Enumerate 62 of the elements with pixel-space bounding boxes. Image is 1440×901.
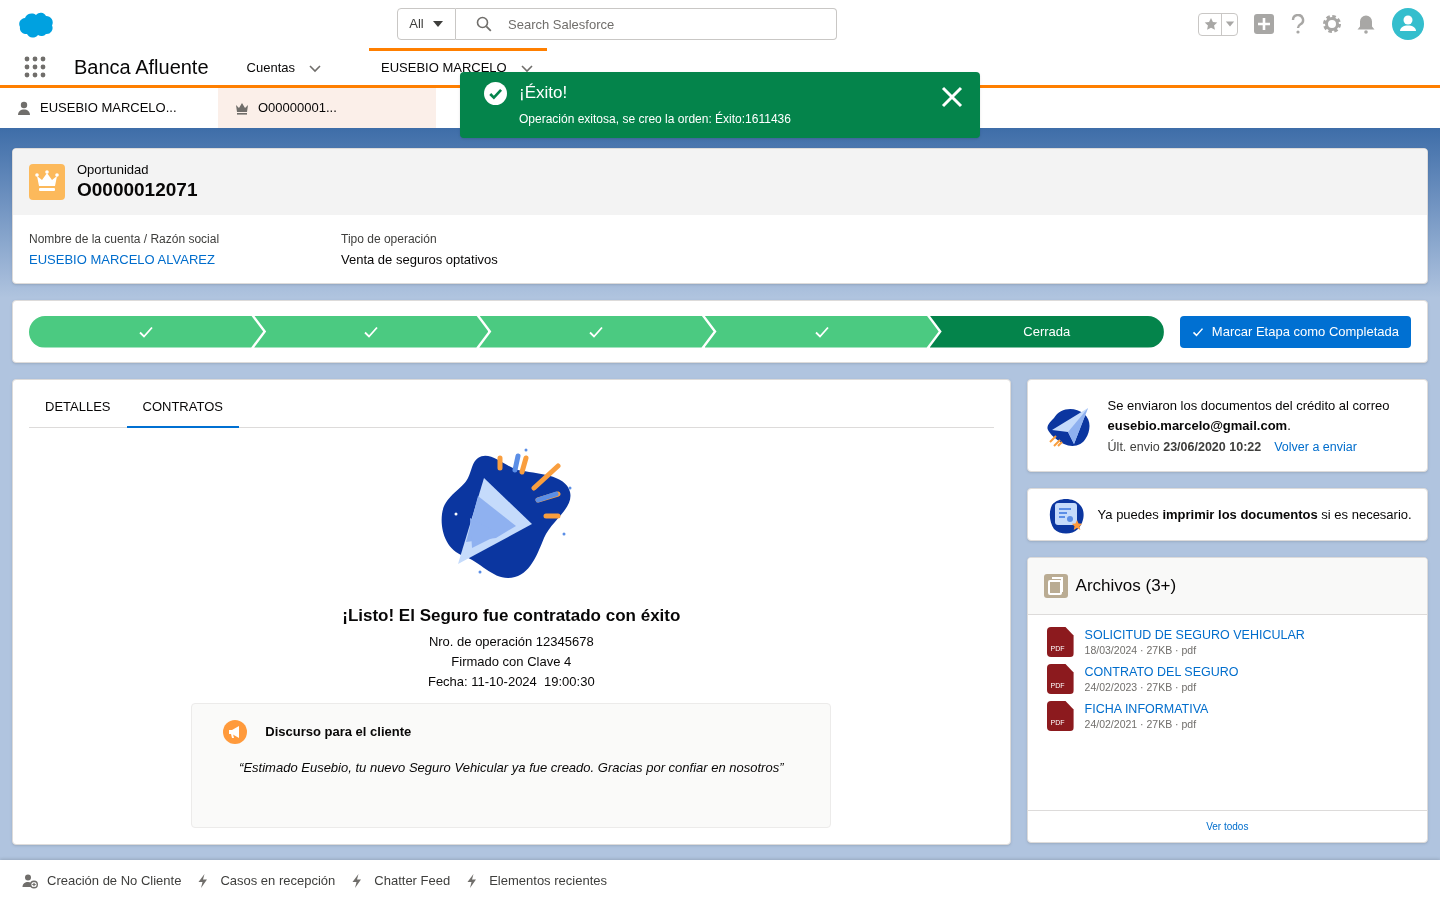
- crown-icon: [29, 164, 65, 200]
- path-stage[interactable]: [704, 315, 939, 348]
- path-stage[interactable]: Cerrada: [929, 315, 1164, 348]
- utility-item[interactable]: Casos en recepción: [195, 870, 336, 891]
- file-link[interactable]: SOLICITUD DE SEGURO VEHICULAR: [1084, 627, 1305, 643]
- avatar-icon[interactable]: [1392, 8, 1424, 40]
- utility-item[interactable]: Chatter Feed: [349, 870, 451, 891]
- path-stage[interactable]: [254, 315, 489, 348]
- workspace-tab[interactable]: O00000001...: [218, 88, 436, 128]
- field-value: Venta de seguros optativos: [341, 251, 498, 269]
- file-meta: 18/03/2024 · 27KB · pdf: [1084, 643, 1198, 657]
- caret-icon: [1225, 19, 1235, 29]
- speech-text: “Estimado Eusebio, tu nuevo Seguro Vehicular ya fue creado. Gracias por confiar en nosotros”: [238, 759, 785, 777]
- success-title: ¡Listo! El Seguro fue contratado con éxito: [342, 605, 681, 627]
- tab[interactable]: CONTRATOS: [126, 388, 239, 428]
- view-all-link[interactable]: Ver todos: [1206, 819, 1249, 834]
- resend-link[interactable]: Volver a enviar: [1274, 438, 1357, 457]
- person-add-icon: [22, 872, 38, 889]
- megaphone-icon: [223, 720, 248, 744]
- nav-tab[interactable]: Cuentas: [234, 48, 335, 85]
- object-type: Oportunidad: [77, 162, 150, 178]
- card-title: Archivos (3+): [1075, 575, 1177, 598]
- detail-line: Firmado con Clave 4: [451, 653, 572, 671]
- check-circle-icon: [484, 82, 507, 105]
- file-meta: 24/02/2021 · 27KB · pdf: [1084, 717, 1198, 731]
- app-launcher-icon[interactable]: [24, 55, 46, 78]
- scope-dropdown[interactable]: All: [397, 8, 456, 40]
- utility-item[interactable]: Creación de No Cliente: [22, 870, 182, 891]
- favorites-button[interactable]: [1198, 12, 1238, 36]
- notifications-icon[interactable]: [1356, 14, 1376, 34]
- file-link[interactable]: CONTRATO DEL SEGURO: [1084, 664, 1239, 680]
- path-stage[interactable]: [29, 315, 264, 348]
- toast-title: ¡Éxito!: [519, 82, 569, 104]
- file-meta: 24/02/2023 · 27KB · pdf: [1084, 680, 1198, 694]
- toast-message: Operación exitosa, se creo la orden: Éxito:1611436: [519, 110, 791, 128]
- search-field[interactable]: Search Salesforce: [456, 8, 837, 40]
- files-icon: [1043, 574, 1068, 598]
- detail-line: Fecha: 11-10-2024 19:00:30: [427, 673, 595, 691]
- utility-item[interactable]: Elementos recientes: [464, 870, 607, 891]
- settings-icon[interactable]: [1322, 14, 1342, 34]
- detail-line: Nro. de operación 12345678: [428, 633, 594, 651]
- field-label: Tipo de operación: [341, 231, 438, 247]
- cloud-logo[interactable]: [16, 10, 56, 38]
- search-icon: [476, 16, 492, 32]
- field-label: Nombre de la cuenta / Razón social: [29, 231, 221, 247]
- account-link[interactable]: EUSEBIO MARCELO ALVAREZ: [29, 250, 341, 270]
- print-message: Ya puedes imprimir los documentos si es necesario.: [1097, 505, 1412, 524]
- tab[interactable]: DETALLES: [29, 388, 127, 428]
- add-icon[interactable]: [1254, 14, 1274, 34]
- last-sent-text: Últ. envio 23/06/2020 10:22: [1107, 438, 1262, 456]
- star-icon: [1204, 17, 1218, 31]
- mark-complete-button[interactable]: Marcar Etapa como Completada: [1179, 315, 1411, 348]
- record-title: O0000012071: [77, 178, 198, 202]
- help-icon[interactable]: [1290, 14, 1306, 34]
- app-name: Banca Afluente: [74, 54, 209, 80]
- speech-title: Discurso para el cliente: [265, 723, 412, 742]
- person-icon: [16, 100, 32, 116]
- path-stage[interactable]: [479, 315, 714, 348]
- search-input[interactable]: Search Salesforce: [508, 9, 836, 39]
- close-icon: [941, 86, 963, 108]
- email-message: Se enviaron los documentos del crédito al correo eusebio.marcelo@gmail.com.: [1107, 397, 1391, 435]
- file-link[interactable]: FICHA INFORMATIVA: [1084, 701, 1209, 717]
